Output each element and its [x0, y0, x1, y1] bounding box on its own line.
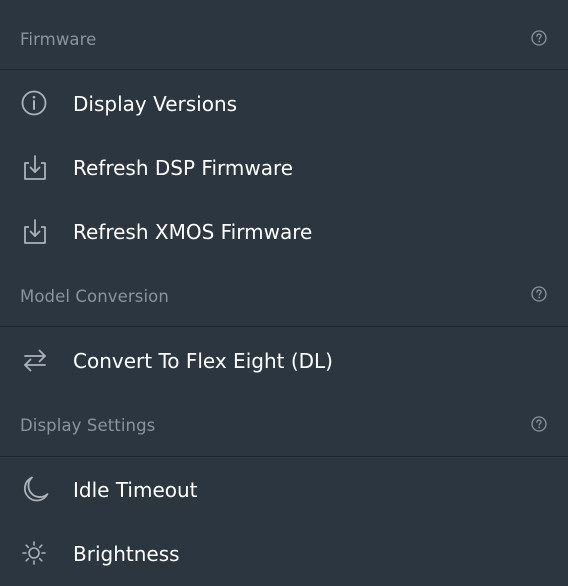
section-header-firmware: Firmware [0, 0, 568, 70]
help-icon[interactable] [531, 286, 547, 302]
section-header-model-conversion: Model Conversion [0, 257, 568, 327]
moon-icon [19, 473, 51, 505]
settings-menu-panel: Firmware Display Versions Refresh DSP Fi… [0, 0, 568, 579]
swap-arrows-icon [19, 344, 51, 376]
brightness-item[interactable]: Brightness [0, 522, 568, 586]
info-icon [19, 87, 51, 119]
download-icon [19, 215, 51, 247]
idle-timeout-label: Idle Timeout [73, 478, 198, 502]
section-title-display-settings: Display Settings [20, 416, 156, 435]
brightness-label: Brightness [73, 542, 180, 566]
section-title-model-conversion: Model Conversion [20, 287, 169, 306]
refresh-xmos-firmware-label: Refresh XMOS Firmware [73, 220, 313, 244]
section-title-firmware: Firmware [20, 30, 97, 49]
sun-icon [19, 537, 51, 569]
convert-to-flex-eight-label: Convert To Flex Eight (DL) [73, 349, 333, 373]
display-versions-label: Display Versions [73, 92, 238, 116]
refresh-xmos-firmware-item[interactable]: Refresh XMOS Firmware [0, 200, 568, 264]
refresh-dsp-firmware-label: Refresh DSP Firmware [73, 156, 294, 180]
section-header-display-settings: Display Settings [0, 387, 568, 457]
help-icon[interactable] [531, 416, 547, 432]
help-icon[interactable] [531, 30, 547, 46]
download-icon [19, 151, 51, 183]
refresh-dsp-firmware-item[interactable]: Refresh DSP Firmware [0, 136, 568, 200]
convert-to-flex-eight-item[interactable]: Convert To Flex Eight (DL) [0, 329, 568, 393]
idle-timeout-item[interactable]: Idle Timeout [0, 458, 568, 522]
display-versions-item[interactable]: Display Versions [0, 72, 568, 136]
